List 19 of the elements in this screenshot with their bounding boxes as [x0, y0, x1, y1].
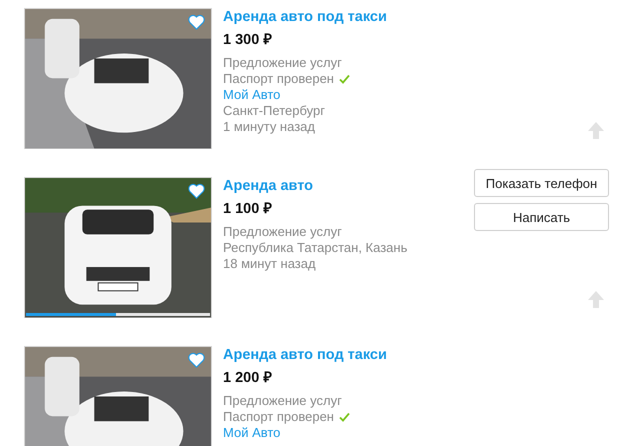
listing-price: 1 200 ₽	[223, 369, 273, 387]
verified-label: Паспорт проверен	[223, 71, 334, 87]
listing-price: 1 300 ₽	[223, 31, 273, 49]
listing-detail: 18 минут назад	[223, 256, 316, 272]
verified-label: Паспорт проверен	[223, 409, 334, 425]
action-button[interactable]: Показать телефон	[474, 169, 609, 197]
listing-detail: Предложение услуг	[223, 224, 342, 240]
listing-title[interactable]: Аренда авто	[223, 177, 463, 195]
listing-title[interactable]: Аренда авто под такси	[223, 346, 463, 364]
action-button[interactable]: Написать	[474, 203, 609, 231]
seller-link[interactable]: Мой Авто	[223, 425, 280, 441]
seller-link[interactable]: Мой Авто	[223, 87, 280, 103]
listing-price: 1 100 ₽	[223, 200, 273, 218]
listing-title[interactable]: Аренда авто под такси	[223, 8, 463, 26]
listing-detail: 1 минуту назад	[223, 119, 315, 135]
listing-detail: Предложение услуг	[223, 393, 342, 409]
listing-detail: Предложение услуг	[223, 55, 342, 71]
listing-detail: Санкт-Петербург	[223, 103, 325, 119]
listing-detail: Республика Татарстан, Казань	[223, 240, 408, 256]
